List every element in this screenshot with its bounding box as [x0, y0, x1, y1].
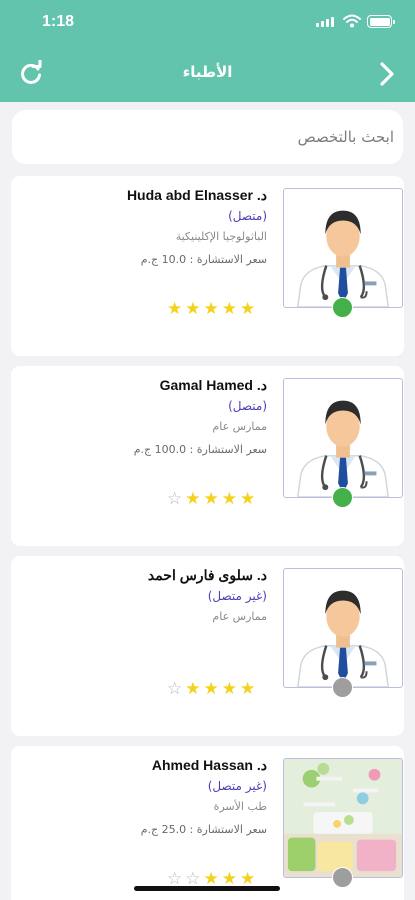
doctor-specialty: ممارس عام: [212, 610, 267, 623]
star-filled-icon: ★: [185, 299, 201, 319]
doctor-specialty: الباثولوجيا الإكلينيكية: [175, 230, 267, 243]
rating-stars: ☆ ★ ★ ★ ★: [167, 680, 255, 698]
star-filled-icon: ★: [240, 489, 256, 509]
app-header: 1:18 الأطباء: [0, 0, 415, 102]
forward-arrow-button[interactable]: [376, 61, 398, 87]
doctor-name: د. سلوى فارس احمد: [147, 567, 267, 583]
star-filled-icon: ★: [203, 299, 219, 319]
doctor-card[interactable]: د. Ahmed Hassan (غير متصل) طب الأسرة سعر ال…: [11, 746, 404, 900]
star-filled-icon: ★: [185, 679, 201, 699]
status-time: 1:18: [42, 13, 75, 30]
doctor-photo-room: [283, 758, 403, 878]
doctor-name: د. Huda abd Elnasser: [126, 187, 267, 203]
doctor-card[interactable]: د. سلوى فارس احمد (غير متصل) ممارس عام ☆ ★ ★ ★…: [11, 556, 404, 736]
search-box[interactable]: [12, 110, 403, 164]
doctor-name: د. Ahmed Hassan: [151, 757, 267, 773]
online-status-dot: [332, 297, 353, 318]
doctor-info: د. Gamal Hamed (متصل) ممارس عام سعر الاستشا…: [134, 375, 267, 460]
doctor-status-label: (متصل): [228, 209, 267, 223]
specialty-search-input[interactable]: [12, 110, 403, 164]
doctor-status-label: (متصل): [228, 399, 267, 413]
star-filled-icon: ★: [203, 489, 219, 509]
doctor-specialty: ممارس عام: [212, 420, 267, 433]
star-filled-icon: ★: [221, 489, 237, 509]
star-filled-icon: ★: [221, 299, 237, 319]
home-indicator: [134, 886, 280, 891]
rating-stars: ★ ★ ★ ★ ★: [167, 300, 255, 318]
consultation-price: سعر الاستشارة : 25.0 ج.م: [140, 823, 267, 836]
doctor-card[interactable]: د. Gamal Hamed (متصل) ممارس عام سعر الاستشا…: [11, 366, 404, 546]
star-filled-icon: ★: [240, 299, 256, 319]
star-filled-icon: ★: [221, 679, 237, 699]
consultation-price: سعر الاستشارة : 100.0 ج.م: [133, 443, 267, 456]
star-filled-icon: ★: [185, 489, 201, 509]
star-empty-icon: ☆: [167, 679, 183, 699]
online-status-dot: [332, 487, 353, 508]
signal-icon: [316, 17, 334, 27]
offline-status-dot: [332, 677, 353, 698]
consultation-price: سعر الاستشارة : 10.0 ج.م: [140, 253, 267, 266]
doctor-specialty: طب الأسرة: [213, 800, 267, 813]
doctor-info: د. Huda abd Elnasser (متصل) الباثولوجيا ال…: [127, 185, 267, 270]
wifi-icon: [343, 14, 361, 28]
doctor-status-label: (غير متصل): [207, 589, 267, 603]
star-filled-icon: ★: [167, 299, 183, 319]
doctor-info: د. سلوى فارس احمد (غير متصل) ممارس عام: [148, 565, 267, 630]
doctor-status-label: (غير متصل): [207, 779, 267, 793]
star-filled-icon: ★: [240, 679, 256, 699]
doctor-info: د. Ahmed Hassan (غير متصل) طب الأسرة سعر ال…: [141, 755, 267, 840]
page-title: الأطباء: [182, 63, 233, 81]
doctor-card[interactable]: د. Huda abd Elnasser (متصل) الباثولوجيا ال…: [11, 176, 404, 356]
battery-icon: [367, 15, 395, 28]
doctor-avatar: [283, 568, 403, 688]
rating-stars: ☆ ★ ★ ★ ★: [167, 490, 255, 508]
star-filled-icon: ★: [203, 679, 219, 699]
doctor-name: د. Gamal Hamed: [159, 377, 267, 393]
offline-status-dot: [332, 867, 353, 888]
doctor-avatar: [283, 188, 403, 308]
doctor-avatar: [283, 378, 403, 498]
star-empty-icon: ☆: [167, 489, 183, 509]
